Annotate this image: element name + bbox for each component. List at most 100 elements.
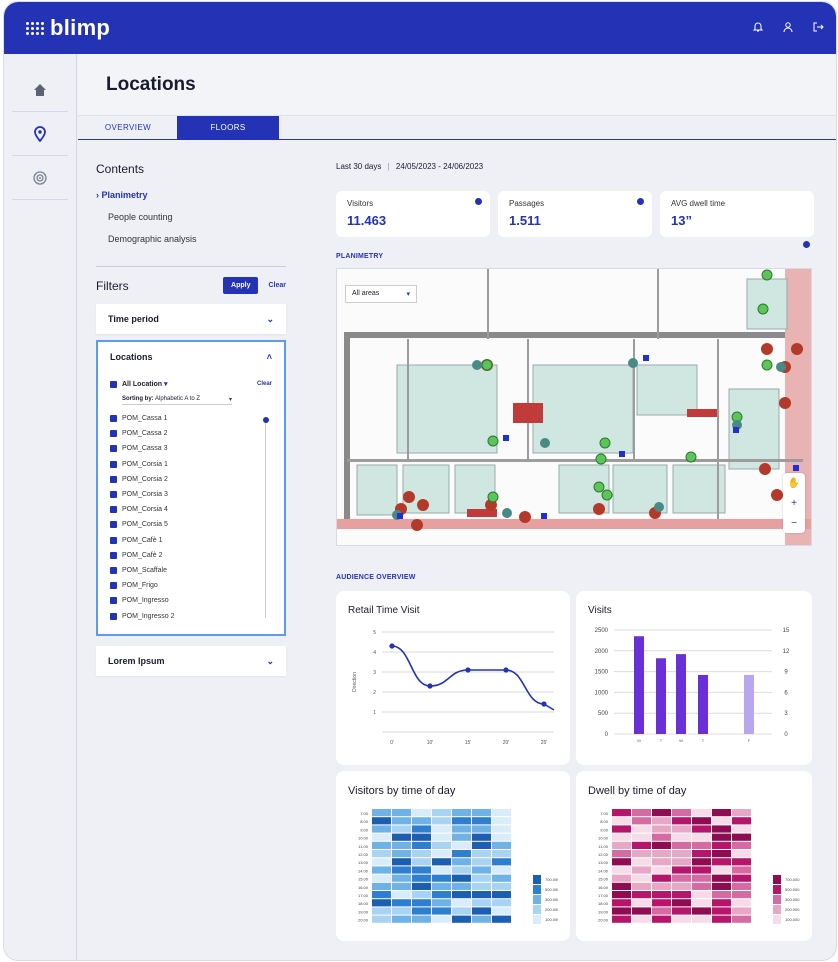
location-item[interactable]: POM_Cafè 1 xyxy=(110,533,272,548)
page-title: Locations xyxy=(106,74,196,95)
y2-tick-label: 9 xyxy=(784,670,788,676)
floor-map[interactable]: All areas ▾ ✋ + − xyxy=(336,268,812,546)
sensor-green xyxy=(761,269,773,281)
kpi-value: 11.463 xyxy=(347,213,387,228)
location-item-label: POM_Cafè 1 xyxy=(122,536,163,544)
tab-floors[interactable]: FLOORS xyxy=(177,116,279,139)
date-separator: | xyxy=(387,162,390,171)
sensor-green xyxy=(599,437,611,449)
info-icon[interactable] xyxy=(803,241,810,248)
locations-clear-button[interactable]: Clear xyxy=(257,381,272,387)
heat-cell xyxy=(372,907,391,915)
heat-cell xyxy=(652,899,671,907)
info-icon[interactable] xyxy=(475,198,482,205)
apply-button[interactable]: Apply xyxy=(223,277,259,294)
zoom-in-icon[interactable]: + xyxy=(791,498,797,509)
y-tick-label: 500 xyxy=(598,711,609,717)
checkbox-icon xyxy=(110,536,117,544)
heat-cell xyxy=(472,915,491,923)
heat-cell xyxy=(732,809,751,817)
kpi-passages: Passages 1.511 xyxy=(498,191,652,237)
heat-cell xyxy=(432,841,451,849)
location-item[interactable]: POM_Ingresso xyxy=(110,593,272,608)
heat-cell xyxy=(472,841,491,849)
beacon xyxy=(397,513,403,519)
sort-select[interactable]: Sorting by: Alphabetic A to Z ▾ xyxy=(122,396,232,405)
sidebar-item-home[interactable] xyxy=(12,68,68,112)
contents-item-people-counting[interactable]: People counting xyxy=(96,212,286,222)
location-item[interactable]: POM_Cafè 2 xyxy=(110,548,272,563)
heat-cell xyxy=(672,899,691,907)
heat-cell xyxy=(492,841,511,849)
heat-cell xyxy=(692,874,711,882)
x-tick-label: F xyxy=(748,738,751,743)
user-icon[interactable] xyxy=(782,20,796,34)
location-item[interactable]: POM_Corsia 1 xyxy=(110,457,272,472)
heat-cell xyxy=(652,850,671,858)
legend-swatch xyxy=(773,875,781,884)
area-select[interactable]: All areas ▾ xyxy=(345,285,417,303)
location-item[interactable]: POM_Corsia 5 xyxy=(110,517,272,532)
location-item[interactable]: POM_Cassa 2 xyxy=(110,426,272,441)
date-range[interactable]: Last 30 days | 24/05/2023 - 24/06/2023 xyxy=(336,162,814,171)
scrollbar-track[interactable] xyxy=(265,418,266,618)
location-item[interactable]: POM_Cassa 3 xyxy=(110,441,272,456)
kpi-value: 13” xyxy=(671,213,692,228)
clear-button[interactable]: Clear xyxy=(268,282,286,289)
chart-title: Visits xyxy=(588,605,612,616)
scrollbar-thumb[interactable] xyxy=(263,417,269,423)
legend-label: 700.000 xyxy=(785,877,800,882)
heat-cell xyxy=(672,850,691,858)
heat-cell xyxy=(412,841,431,849)
heat-cell xyxy=(692,833,711,841)
all-location-checkbox[interactable]: All Location ▾ xyxy=(110,380,168,388)
heat-cell xyxy=(492,874,511,882)
heat-cell xyxy=(672,841,691,849)
heat-cell xyxy=(452,899,471,907)
top-bar: blimp xyxy=(4,2,836,54)
checkbox-icon xyxy=(110,506,117,514)
location-item[interactable]: POM_Frigo xyxy=(110,578,272,593)
zoom-out-icon[interactable]: − xyxy=(791,518,797,529)
chevron-up-icon[interactable]: ˄ xyxy=(267,352,272,362)
wall xyxy=(717,339,719,519)
left-panel: Contents › Planimetry People counting De… xyxy=(96,162,286,676)
location-item[interactable]: POM_Ingresso 2 xyxy=(110,608,272,623)
contents-item-demographic[interactable]: Demographic analysis xyxy=(96,234,286,244)
location-item-label: POM_Scaffale xyxy=(122,566,168,574)
tab-overview[interactable]: OVERVIEW xyxy=(78,116,178,139)
heat-cell xyxy=(472,809,491,817)
logo[interactable]: blimp xyxy=(26,15,110,41)
sidebar-item-locations[interactable] xyxy=(12,112,68,156)
heat-cell xyxy=(712,809,731,817)
row-label: 13:00 xyxy=(598,860,609,865)
info-icon[interactable] xyxy=(637,198,644,205)
lorem-label: Lorem Ipsum xyxy=(108,656,165,666)
bell-icon[interactable] xyxy=(752,20,766,34)
contents-item-planimetry[interactable]: › Planimetry xyxy=(96,190,286,200)
heat-cell xyxy=(472,907,491,915)
logout-icon[interactable] xyxy=(812,20,826,34)
location-item[interactable]: POM_Cassa 1 xyxy=(110,411,272,426)
location-item-label: POM_Corsia 1 xyxy=(122,460,168,468)
location-item[interactable]: POM_Corsia 2 xyxy=(110,472,272,487)
heat-cell xyxy=(672,866,691,874)
chart-card-retail-time: Retail Time Visit 1 2 3 4 5 Direction 0' 10' 15'… xyxy=(336,591,570,765)
checkbox-icon xyxy=(110,551,117,559)
heat-cell xyxy=(392,874,411,882)
sensor-green xyxy=(481,359,493,371)
hand-icon[interactable]: ✋ xyxy=(788,478,800,489)
heat-cell xyxy=(492,891,511,899)
sidebar-item-analytics[interactable] xyxy=(12,156,68,200)
heat-cell xyxy=(372,825,391,833)
time-period-accordion[interactable]: Time period ⌄ xyxy=(96,304,286,334)
location-item[interactable]: POM_Corsia 3 xyxy=(110,487,272,502)
chevron-right-icon: › xyxy=(96,190,99,200)
location-item[interactable]: POM_Scaffale xyxy=(110,563,272,578)
lorem-accordion[interactable]: Lorem Ipsum ⌄ xyxy=(96,646,286,676)
location-item[interactable]: POM_Corsia 4 xyxy=(110,502,272,517)
series-line xyxy=(391,645,555,711)
checkbox-icon xyxy=(110,475,117,483)
heat-cell xyxy=(412,907,431,915)
heat-cell xyxy=(632,874,651,882)
